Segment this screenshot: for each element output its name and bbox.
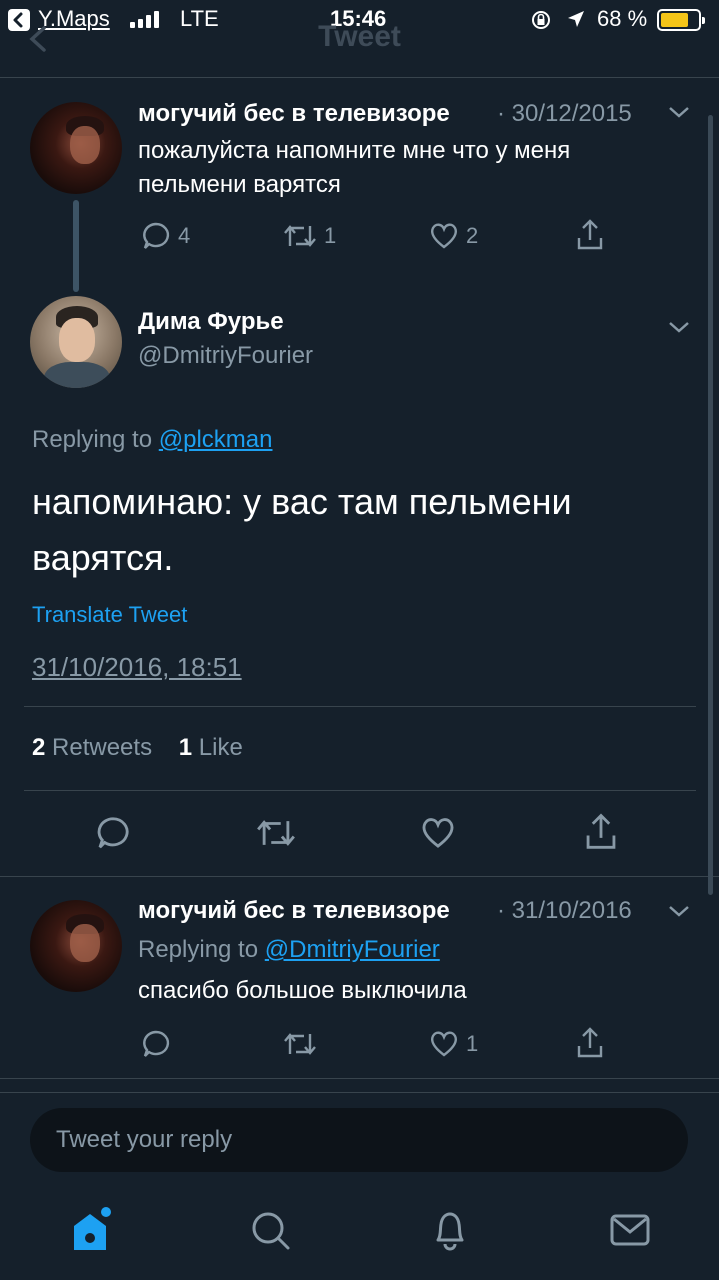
messages-icon [610,1214,650,1246]
avatar[interactable] [30,900,122,992]
author-name[interactable]: Дима Фурье [138,308,284,336]
replying-to-label: Replying to [32,426,153,453]
reply-button[interactable] [140,1028,172,1060]
heart-icon [422,818,454,848]
notifications-icon [436,1212,464,1251]
share-icon [577,219,603,250]
divider [24,790,696,791]
reply-count: 4 [178,223,191,248]
retweet-icon [257,820,295,846]
divider [24,706,696,707]
chevron-down-icon[interactable] [667,903,691,924]
like-total-label[interactable]: Like [199,734,243,761]
nav-bar: Tweet [0,0,719,78]
search-icon [252,1212,290,1250]
retweet-icon [284,1033,316,1055]
tweet-date: · 31/10/2016 [497,897,632,924]
heart-icon [430,223,458,249]
tab-messages[interactable] [608,1206,652,1259]
reply-button[interactable] [94,814,132,852]
retweet-button[interactable] [254,814,298,852]
tweet-text: спасибо большое выключила [138,977,467,1004]
replying-to-label: Replying to [138,936,259,963]
tab-search[interactable] [248,1206,292,1259]
thread-connector [73,200,79,292]
retweet-button[interactable] [282,1028,318,1060]
heart-icon [430,1031,458,1057]
author-handle[interactable]: @DmitriyFourier [138,342,313,370]
like-button[interactable]: 2 [428,220,478,252]
mention-link[interactable]: @plckman [159,426,273,453]
like-total[interactable]: 1 [179,734,192,761]
tweet-text: напоминаю: у вас там пельмени варятся. [32,481,572,578]
reply-icon [97,817,129,849]
retweet-icon [284,225,316,247]
reply-input[interactable] [30,1108,688,1172]
retweet-total[interactable]: 2 [32,734,45,761]
reply-button[interactable]: 4 [140,220,190,252]
avatar[interactable] [30,296,122,388]
chevron-down-icon[interactable] [667,319,691,340]
tweet-date: · 30/12/2015 [497,100,632,127]
scrollbar[interactable] [708,115,713,895]
like-count: 1 [466,1031,479,1056]
avatar[interactable] [30,102,122,194]
retweet-button[interactable]: 1 [282,220,336,252]
retweet-total-label[interactable]: Retweets [52,734,152,761]
translate-link[interactable]: Translate Tweet [32,602,187,628]
author-name[interactable]: могучий бес в телевизоре [138,897,450,925]
tab-notifications[interactable] [428,1206,472,1259]
reply-icon [143,222,170,249]
divider [0,1078,719,1079]
reply-composer [0,1092,719,1192]
tweet-text: пожалуйста напомните мне что у меня пель… [138,137,571,198]
replying-to: Replying to @DmitriyFourier [138,936,440,964]
share-button[interactable] [582,812,620,852]
tab-home[interactable] [68,1206,112,1259]
tweet-datetime[interactable]: 31/10/2016, 18:51 [32,652,242,683]
mention-link[interactable]: @DmitriyFourier [265,936,440,963]
divider [0,876,719,877]
home-icon [74,1207,111,1250]
share-button[interactable] [574,1026,606,1060]
like-button[interactable]: 1 [428,1028,478,1060]
retweet-count: 1 [324,223,337,248]
replying-to: Replying to @plckman [32,426,272,454]
like-button[interactable] [419,814,457,852]
like-count: 2 [466,223,479,248]
engagement-stats: 2 Retweets 1 Like [32,734,243,762]
share-icon [577,1027,603,1058]
reply-icon [143,1030,170,1057]
author-name[interactable]: могучий бес в телевизоре [138,100,450,128]
chevron-down-icon[interactable] [667,104,691,125]
share-button[interactable] [574,218,606,252]
page-title: Tweet [318,20,401,53]
share-icon [586,813,616,849]
tab-bar [0,1192,719,1280]
